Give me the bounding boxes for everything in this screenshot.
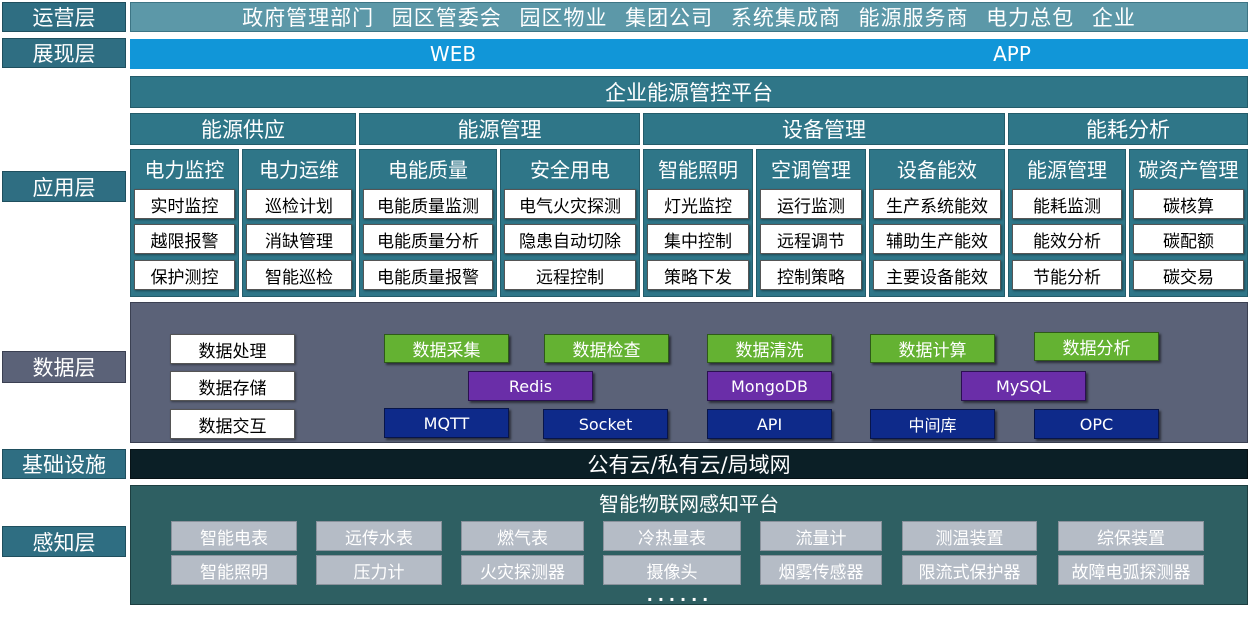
presentation-web: WEB: [130, 39, 776, 69]
sensor-device-box: 综保装置: [1058, 521, 1204, 551]
module-item: 节能分析: [1012, 260, 1122, 290]
module-item: 巡检计划: [246, 189, 352, 219]
module-item: 远程控制: [504, 260, 636, 290]
sensor-device-box: 限流式保护器: [902, 555, 1037, 585]
protocol-opc: OPC: [1034, 409, 1159, 439]
sensor-device-box: 故障电弧探测器: [1058, 555, 1204, 585]
sensor-device-box: 压力计: [316, 555, 442, 585]
module-title: 设备能效: [897, 158, 977, 182]
protocol-api: API: [707, 409, 832, 439]
module-item: 远程调节: [760, 224, 862, 254]
process-data-analysis: 数据分析: [1034, 332, 1159, 361]
module-item: 电能质量分析: [363, 224, 493, 254]
module-item: 辅助生产能效: [873, 224, 1001, 254]
module-item: 碳核算: [1133, 189, 1244, 219]
module-title: 智能照明: [658, 158, 738, 182]
process-data-collection: 数据采集: [384, 334, 509, 363]
sensor-device-box: 烟雾传感器: [760, 555, 882, 585]
module-item: 实时监控: [134, 189, 235, 219]
module-item: 灯光监控: [647, 189, 749, 219]
more-devices-ellipsis: ......: [646, 585, 714, 605]
database-mongodb: MongoDB: [707, 371, 832, 401]
category-equipment-management: 设备管理: [643, 113, 1005, 145]
module-title: 安全用电: [530, 158, 610, 182]
module-title: 空调管理: [771, 158, 851, 182]
data-storage-box: 数据存储: [170, 371, 295, 401]
sensor-device-box: 智能照明: [171, 555, 297, 585]
data-exchange-box: 数据交互: [170, 409, 295, 439]
layer-label-perception: 感知层: [2, 526, 126, 557]
module-item: 电能质量监测: [363, 189, 493, 219]
sensor-device-box: 测温装置: [902, 521, 1037, 551]
module-item: 越限报警: [134, 224, 235, 254]
infrastructure-bar: 公有云/私有云/局域网: [130, 449, 1248, 479]
database-redis: Redis: [468, 371, 593, 401]
module-item: 隐患自动切除: [504, 224, 636, 254]
sensor-device-box: 流量计: [760, 521, 882, 551]
perception-platform-title: 智能物联网感知平台: [599, 491, 779, 516]
process-data-check: 数据检查: [544, 334, 669, 363]
module-item: 能效分析: [1012, 224, 1122, 254]
sensor-device-box: 燃气表: [461, 521, 584, 551]
category-energy-management: 能源管理: [359, 113, 640, 145]
module-title: 能源管理: [1027, 158, 1107, 182]
sensor-device-box: 火灾探测器: [461, 555, 584, 585]
ops-stakeholder-bar: 政府管理部门 园区管委会 园区物业 集团公司 系统集成商 能源服务商 电力总包 …: [130, 2, 1248, 32]
module-title: 电力监控: [144, 158, 225, 182]
module-item: 消缺管理: [246, 224, 352, 254]
database-mysql: MySQL: [961, 371, 1086, 401]
module-item: 主要设备能效: [873, 260, 1001, 290]
process-data-cleaning: 数据清洗: [707, 334, 832, 363]
layer-label-infrastructure: 基础设施: [2, 449, 126, 479]
sensor-device-box: 冷热量表: [603, 521, 741, 551]
module-item: 运行监测: [760, 189, 862, 219]
module-item: 碳配额: [1133, 224, 1244, 254]
sensor-device-box: 摄像头: [603, 555, 741, 585]
module-item: 生产系统能效: [873, 189, 1001, 219]
protocol-socket: Socket: [543, 409, 668, 439]
data-processing-box: 数据处理: [170, 334, 295, 364]
module-item: 集中控制: [647, 224, 749, 254]
module-item: 保护测控: [134, 260, 235, 290]
module-item: 电气火灾探测: [504, 189, 636, 219]
module-title: 电能质量: [388, 158, 468, 182]
sensor-device-box: 智能电表: [171, 521, 297, 551]
category-energy-supply: 能源供应: [130, 113, 356, 145]
platform-title: 企业能源管控平台: [130, 76, 1248, 108]
protocol-middleware-db: 中间库: [870, 409, 995, 439]
process-data-calculation: 数据计算: [870, 334, 995, 363]
sensor-device-box: 远传水表: [316, 521, 442, 551]
category-energy-analysis: 能耗分析: [1008, 113, 1248, 145]
module-item: 电能质量报警: [363, 260, 493, 290]
layer-label-presentation: 展现层: [2, 38, 126, 68]
module-item: 智能巡检: [246, 260, 352, 290]
protocol-mqtt: MQTT: [384, 408, 509, 438]
module-title: 碳资产管理: [1138, 158, 1239, 182]
module-item: 能耗监测: [1012, 189, 1122, 219]
module-item: 控制策略: [760, 260, 862, 290]
layer-label-ops: 运营层: [2, 2, 126, 32]
layer-label-data: 数据层: [2, 351, 126, 383]
presentation-app: APP: [776, 39, 1248, 69]
layer-label-application: 应用层: [2, 171, 126, 202]
module-item: 碳交易: [1133, 260, 1244, 290]
module-title: 电力运维: [259, 158, 339, 182]
module-item: 策略下发: [647, 260, 749, 290]
